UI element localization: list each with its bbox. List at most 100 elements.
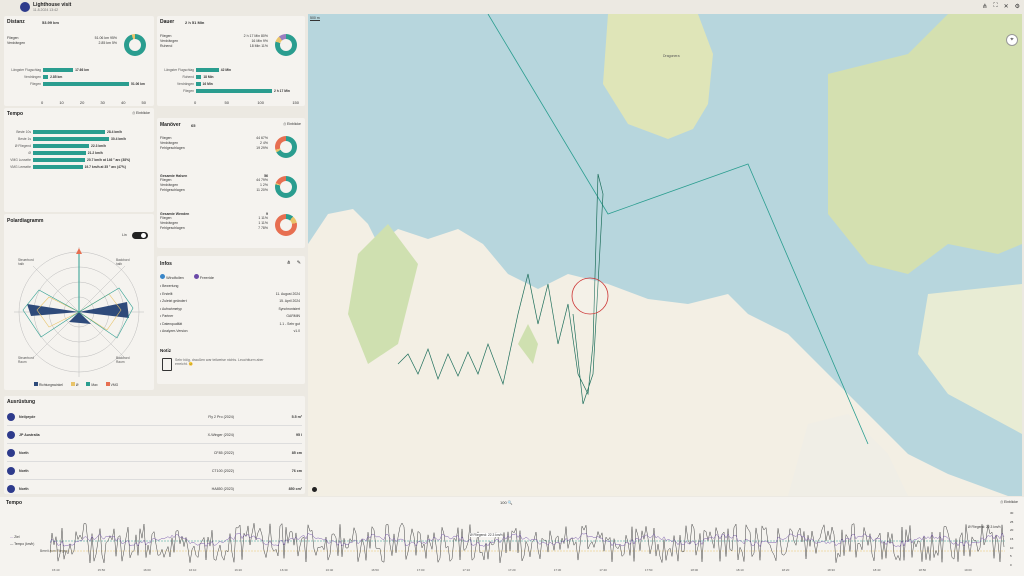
info-label: • Datenqualität [160,321,183,326]
brand-logo-icon [7,412,15,421]
bar-value: 42 Min [220,67,232,72]
equipment-row[interactable]: Neilpryde Fly 2 Pro (2024) 5.5 m² [7,408,302,426]
x-tick: 18:40 [872,568,881,572]
bar-value: 20.7 km/h at 146 ° arc (38%) [87,157,131,162]
equipment-size: 85 cm [291,450,302,455]
axis-tick: 150 [292,100,299,105]
x-tick: 17:40 [599,568,607,572]
stat-row: Fehlgeschlagen 7 78% [160,226,268,231]
stat-label: Ruhend [160,44,173,48]
bar-value: 21.2 km/h [87,150,103,155]
duration-donut [275,34,297,56]
notes-title: Notiz [160,348,171,353]
legend-swatch [34,382,38,386]
axis-tick: 10 [59,100,64,105]
legend-speed: — Tempo (km/h) [10,542,35,546]
x-tick: 16:40 [325,568,334,572]
share-icon[interactable]: ⋔ [982,3,987,10]
avg-annotation-2: Ø Fliegend: 22.3 km/h [968,525,1001,529]
bar-label: Fliegen [183,88,194,93]
y-tick: 0 [1010,562,1012,567]
bar-label: VMG Luvseite [10,157,31,162]
bar-row: Beste 1s 30.4 km/h [7,135,152,142]
bar-row: Längster Flugschlag 42 Min [160,66,300,73]
maneuvers-export-button[interactable]: ⎙ Einblicke [283,122,301,126]
legend-swatch [70,382,75,386]
legend-item[interactable]: Ø [70,382,78,387]
x-tick: 17:00 [416,568,425,572]
share-icon[interactable]: ⋔ [287,260,291,266]
bar-fill [33,164,83,169]
session-date: 11.8.2024 13:42 [33,8,59,12]
equipment-row[interactable]: North CF85 (2022) 85 cm [7,444,302,462]
equipment-size: 76 cm [291,468,302,473]
bar-value: 19.7 km/h at 35 ° arc (47%) [84,164,126,169]
close-icon[interactable]: ✕ [1004,3,1009,10]
x-tick: 17:50 [644,568,653,572]
timeline-export-button[interactable]: ⎙ Einblicke [1000,500,1018,504]
legend-label: VMG [110,383,119,387]
bar-row: Beste 10s 28.4 km/h [7,128,152,135]
distance-title: Distanz [7,19,25,25]
map-info-icon[interactable] [312,487,317,492]
equipment-row[interactable]: JP Australia X-Winger (2024) 95 l [7,426,302,444]
notes-text[interactable]: Sehr böig, draußen war teilweise nichts.… [175,358,275,366]
polar-toggle[interactable] [132,232,148,239]
info-label: • Zuletzt geändert [160,299,187,303]
equipment-model: X-Winger (2024) [207,432,234,437]
map-view[interactable]: Dragonera 500 m ⌖ [308,14,1022,496]
avg-annotation-1: Ø Fliegend: 22.3 km/h [470,533,503,537]
timeline-chart [50,522,1005,564]
legend-item[interactable]: Max [86,382,98,387]
equipment-brand: JP Australia [19,432,40,437]
style-tag: Freeride [193,274,214,280]
compass-icon[interactable]: ⌖ [1006,34,1018,46]
equipment-row[interactable]: North HA850 (2023) 850 cm² [7,480,302,498]
info-value: v1.0 [293,329,300,333]
duration-total: 2 h 51 Min [185,20,205,25]
bar-label: Ø Fliegend [14,143,31,148]
distance-total: 53.99 km [42,20,59,25]
maneuver-donut [275,214,297,236]
y-tick: 25 [1010,519,1014,524]
bar-label: VMG Leeseite [10,164,31,169]
crop-icon[interactable]: ⛶ [993,3,997,10]
edit-icon[interactable]: ✎ [297,260,301,266]
info-row: • Aufnahmetyp Synchronisiert [160,307,300,315]
bar-row: Ø 21.2 km/h [7,149,152,156]
info-value: GARMIN [286,314,300,318]
bar-value: 17.66 km [75,67,90,72]
equipment-row[interactable]: North CT100 (2022) 76 cm [7,462,302,480]
axis-tick: 20 [79,100,85,105]
map-canvas [308,14,1022,496]
axis-tick: 0 [194,100,197,105]
info-title: Infos [160,261,172,267]
equipment-model: Fly 2 Pro (2024) [208,414,234,419]
info-row: • Bewertung [160,284,300,292]
x-tick: 18:00 [690,568,699,572]
x-tick: 15:50 [97,568,106,572]
stat-value: 7 78% [258,226,268,230]
timeline-zoom[interactable]: 100 🔍 [500,500,513,505]
stat-row: Fehlgeschlagen 11 20% [160,188,268,193]
equipment-size: 95 l [296,432,302,437]
legend-item[interactable]: VMG [105,382,119,387]
bar-fill [33,129,105,134]
bar-label: Ruhend [182,74,194,79]
x-tick: 16:20 [234,568,242,572]
bar-fill [33,150,86,155]
settings-icon[interactable]: ⚙ [1015,3,1020,10]
info-value: 1.1 - Sehr gut [279,321,300,326]
stat-label: Fehlgeschlagen [160,188,185,192]
bar-label: Fliegen [30,81,41,86]
polar-label-bb-half: Backbord halb [116,258,130,266]
focus-circle[interactable] [571,277,609,315]
speed-export-button[interactable]: ⎙ Einblicke [132,111,150,115]
bar-label: Verdrängen [23,74,41,79]
bar-fill [33,143,89,148]
info-label: • Partner [160,314,174,318]
legend-item[interactable]: Richtungswinkel [34,382,63,387]
equipment-size: 5.5 m² [291,414,302,419]
equipment-brand: North [19,450,29,455]
info-label: • Aufnahmetyp [160,306,182,311]
